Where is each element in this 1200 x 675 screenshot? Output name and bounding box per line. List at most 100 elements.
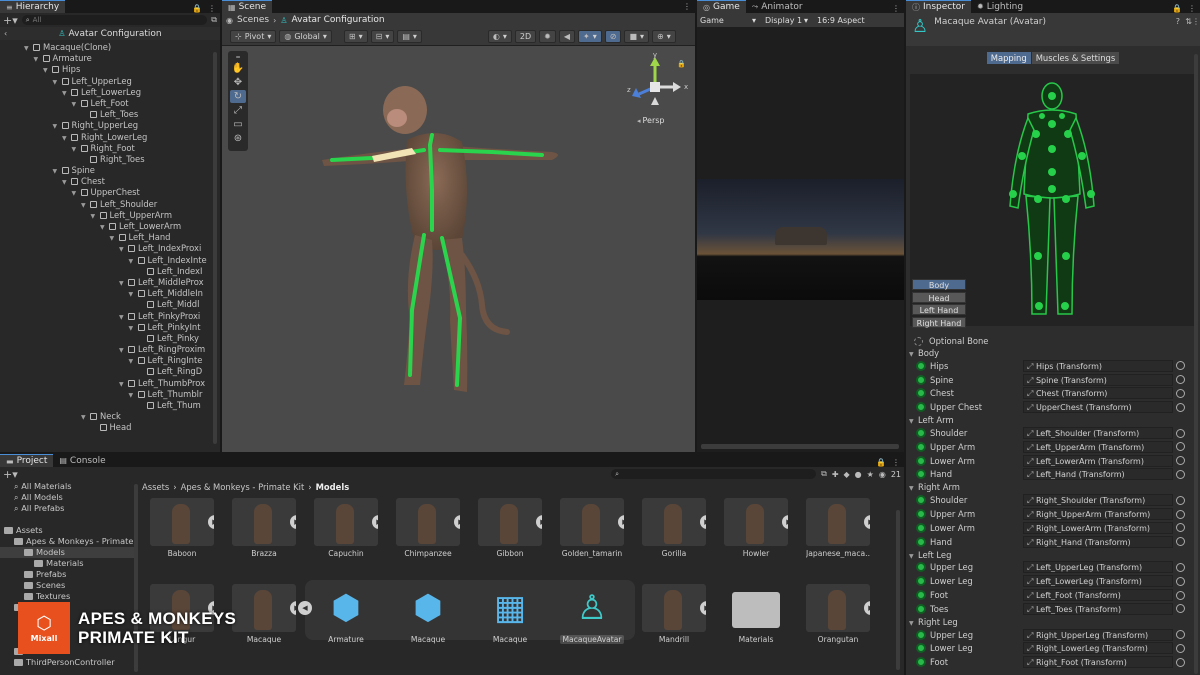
object-picker-icon[interactable] — [1176, 630, 1185, 640]
asset-tile[interactable]: ▶ Mandrill — [642, 584, 706, 664]
shading-mode-dropdown[interactable]: ◐ ▾ — [487, 29, 512, 43]
play-preview-button[interactable]: ▶ — [372, 515, 378, 529]
bone-transform-field[interactable]: ⤢ Right_LowerLeg (Transform) — [1023, 642, 1173, 655]
hierarchy-item[interactable]: Right_Toes — [0, 154, 220, 165]
hierarchy-item[interactable]: ▼ Right_UpperLeg — [0, 120, 220, 131]
bone-transform-field[interactable]: ⤢ Left_UpperArm (Transform) — [1023, 440, 1173, 453]
bone-transform-field[interactable]: ⤢ Chest (Transform) — [1023, 387, 1173, 400]
tab-console[interactable]: ▤ Console — [53, 454, 111, 467]
bone-status-dot-icon[interactable] — [916, 522, 926, 533]
object-picker-icon[interactable] — [1176, 523, 1185, 533]
hierarchy-item[interactable]: ▼ Left_Hand — [0, 232, 220, 243]
asset-tile[interactable]: ▶ Capuchin — [314, 498, 378, 578]
folder-item[interactable]: Materials — [0, 558, 138, 569]
expand-arrow-icon[interactable]: ▼ — [24, 43, 33, 53]
folder-item[interactable]: Scenes — [0, 580, 138, 591]
hand-tool-icon[interactable]: ✋ — [230, 62, 246, 75]
bone-status-dot-icon[interactable] — [916, 562, 926, 573]
audio-toggle[interactable]: ◀ — [558, 29, 576, 43]
bone-status-dot-icon[interactable] — [916, 576, 926, 587]
bone-transform-field[interactable]: ⤢ Right_Hand (Transform) — [1023, 535, 1173, 548]
play-preview-button[interactable]: ▶ — [536, 515, 542, 529]
filter-label-icon[interactable]: ◆ — [844, 470, 850, 479]
inspector-scrollbar[interactable] — [1194, 54, 1198, 674]
bone-status-dot-icon[interactable] — [916, 455, 926, 466]
folder-item[interactable]: Apes & Monkeys - Primate — [0, 536, 138, 547]
bone-transform-field[interactable]: ⤢ Left_Toes (Transform) — [1023, 602, 1173, 615]
camera-dropdown[interactable]: ■ ▾ — [624, 29, 650, 43]
search-scope-icon[interactable]: ⧉ — [821, 469, 827, 479]
hierarchy-item[interactable]: ▼ Left_RingProxim — [0, 344, 220, 355]
object-picker-icon[interactable] — [1176, 604, 1185, 614]
hierarchy-item[interactable]: ▼ Left_IndexProxi — [0, 243, 220, 254]
play-preview-button[interactable]: ▶ — [700, 601, 706, 615]
asset-tile[interactable]: Materials — [724, 584, 788, 664]
bone-transform-field[interactable]: ⤢ Left_Hand (Transform) — [1023, 468, 1173, 481]
lock-icon[interactable]: 🔒 — [192, 4, 202, 13]
expand-arrow-icon[interactable]: ▼ — [119, 244, 128, 254]
hierarchy-item[interactable]: ▼ Chest — [0, 176, 220, 187]
settings-slider-icon[interactable]: ⇅ — [1185, 17, 1192, 26]
project-menu-icon[interactable]: ⋮ — [892, 458, 900, 467]
bone-status-dot-icon[interactable] — [916, 495, 926, 506]
game-mode-dropdown[interactable]: Game ▾ — [697, 16, 759, 25]
object-picker-icon[interactable] — [1176, 402, 1185, 412]
asset-tile[interactable]: ▶ Orangutan — [806, 584, 870, 664]
bone-status-dot-icon[interactable] — [916, 388, 926, 399]
bone-status-dot-icon[interactable] — [916, 441, 926, 452]
expand-arrow-icon[interactable]: ▼ — [62, 88, 71, 98]
expand-arrow-icon[interactable]: ▼ — [81, 412, 90, 422]
scene-breadcrumb-root[interactable]: Scenes — [237, 15, 269, 25]
asset-tile[interactable]: ▶ Brazza — [232, 498, 296, 578]
scene-breadcrumb-current[interactable]: Avatar Configuration — [292, 15, 385, 25]
asset-tile[interactable]: ▶ Golden_tamarin — [560, 498, 624, 578]
bone-transform-field[interactable]: ⤢ Left_Foot (Transform) — [1023, 589, 1173, 602]
expand-arrow-icon[interactable]: ▼ — [119, 278, 128, 288]
expand-arrow-icon[interactable]: ▼ — [119, 379, 128, 389]
body-part-left-hand-button[interactable]: Left Hand — [912, 304, 966, 315]
hierarchy-item[interactable]: ▼ Left_Shoulder — [0, 199, 220, 210]
expand-arrow-icon[interactable]: ▼ — [72, 99, 81, 109]
bone-status-dot-icon[interactable] — [916, 643, 926, 654]
hierarchy-item[interactable]: ▼ Left_ThumbProx — [0, 378, 220, 389]
hierarchy-item[interactable]: ▼ Left_UpperLeg — [0, 76, 220, 87]
expand-arrow-icon[interactable]: ▼ — [43, 65, 52, 75]
folder-item[interactable]: ThirdPersonController — [0, 657, 138, 668]
expand-arrow-icon[interactable]: ▼ — [53, 166, 62, 176]
hierarchy-item[interactable]: Left_Middl — [0, 299, 220, 310]
tab-game[interactable]: ◎ Game — [697, 0, 746, 13]
bone-transform-field[interactable]: ⤢ Spine (Transform) — [1023, 373, 1173, 386]
expand-arrow-icon[interactable]: ▼ — [81, 200, 90, 210]
aspect-dropdown[interactable]: 16:9 Aspect — [811, 16, 865, 25]
hierarchy-item[interactable]: ▼ Left_PinkyProxi — [0, 311, 220, 322]
gizmo-lock-icon[interactable]: 🔒 — [677, 60, 686, 68]
object-picker-icon[interactable] — [1176, 657, 1185, 667]
saved-search-item[interactable]: ⌕ All Prefabs — [0, 503, 138, 514]
create-icon[interactable]: +▾ — [3, 468, 18, 481]
bone-status-dot-icon[interactable] — [916, 374, 926, 385]
rotate-tool-icon[interactable]: ↻ — [230, 90, 246, 103]
game-scrollbar[interactable] — [701, 444, 899, 449]
scale-tool-icon[interactable]: ⤢ — [230, 104, 246, 117]
expand-arrow-icon[interactable]: ▼ — [129, 289, 138, 299]
favorite-star-icon[interactable]: ★ — [867, 470, 874, 479]
hierarchy-breadcrumb[interactable]: ‹ ♙ Avatar Configuration — [0, 27, 220, 40]
inspector-lock-icon[interactable]: 🔒 — [1172, 4, 1182, 13]
play-preview-button[interactable]: ▶ — [700, 515, 706, 529]
folder-item[interactable]: Models — [0, 547, 138, 558]
expand-arrow-icon[interactable]: ▼ — [100, 222, 109, 232]
kebab-menu-icon[interactable]: ⋮ — [208, 4, 216, 13]
hierarchy-scrollbar[interactable] — [213, 52, 217, 444]
asset-grid-scrollbar[interactable] — [896, 510, 900, 670]
hierarchy-item[interactable]: Head — [0, 422, 220, 433]
bone-section-header[interactable]: ▼ Right Arm — [906, 481, 1200, 493]
asset-tile[interactable]: ▶ Chimpanzee — [396, 498, 460, 578]
bone-section-header[interactable]: ▼ Left Arm — [906, 414, 1200, 426]
game-menu-icon[interactable]: ⋮ — [892, 4, 900, 13]
bone-transform-field[interactable]: ⤢ UpperChest (Transform) — [1023, 401, 1173, 414]
object-picker-icon[interactable] — [1176, 361, 1185, 371]
bone-section-header[interactable]: ▼ Left Leg — [906, 549, 1200, 561]
bone-status-dot-icon[interactable] — [916, 428, 926, 439]
hierarchy-item[interactable]: ▼ Left_IndexInte — [0, 255, 220, 266]
lighting-toggle[interactable]: ✹ — [539, 29, 556, 43]
